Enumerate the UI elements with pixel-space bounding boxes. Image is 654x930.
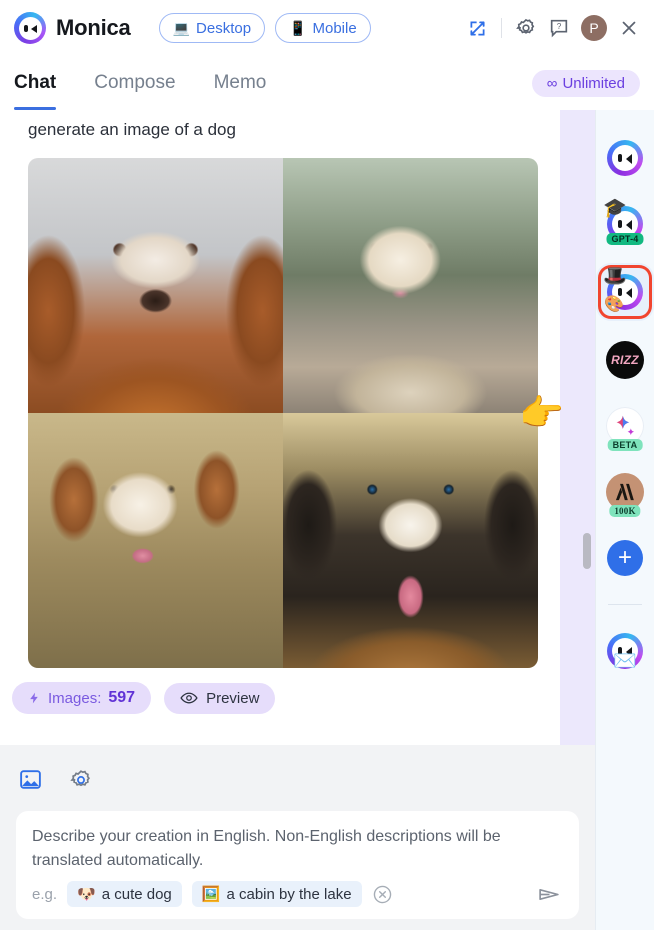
sidebar-divider [608, 604, 642, 605]
body: generate an image of a dog Images: 597 P… [0, 110, 654, 930]
rizz-icon: RIZZ [606, 341, 644, 379]
images-count-badge[interactable]: Images: 597 [12, 682, 152, 714]
help-icon[interactable]: ? [548, 17, 570, 39]
gemini-tag: BETA [607, 439, 643, 451]
sidebar-item-claude[interactable]: 100K [603, 470, 647, 517]
graduation-cap-icon: 🎓 [603, 198, 627, 219]
generated-image-grid[interactable] [28, 158, 538, 668]
dog-emoji-icon: 🐶 [77, 886, 96, 903]
landscape-emoji-icon: 🖼️ [201, 886, 221, 903]
preview-button[interactable]: Preview [164, 682, 276, 714]
tab-compose[interactable]: Compose [94, 56, 175, 110]
images-label: Images: [48, 689, 102, 707]
sidebar-item-monica-gpt4[interactable]: 🎓 GPT-4 [603, 199, 647, 246]
laptop-icon: 💻 [172, 20, 191, 36]
mobile-button-label: Mobile [312, 19, 357, 37]
app-header: Monica 💻 Desktop 📱 Mobile ? P [0, 0, 654, 56]
monica-face-icon [18, 16, 42, 40]
header-actions: ? P [467, 15, 640, 41]
claude-icon: 100K [606, 473, 644, 517]
plus-icon: + [607, 540, 643, 576]
generated-image-4[interactable] [283, 413, 538, 668]
sidebar-item-rizz[interactable]: RIZZ [603, 338, 647, 382]
generated-image-1[interactable] [28, 158, 283, 413]
example-chip-cute-dog-label: a cute dog [101, 885, 172, 903]
tab-chat[interactable]: Chat [14, 56, 57, 110]
unlimited-badge[interactable]: ∞ Unlimited [531, 69, 640, 97]
sidebar-item-gemini[interactable]: BETA [603, 404, 647, 451]
eye-icon [180, 692, 198, 704]
sidebar-item-monica-artist[interactable]: 🎩 🎨 [601, 267, 649, 316]
chat-side-strip [560, 110, 595, 745]
avatar[interactable]: P [581, 15, 607, 41]
user-message: generate an image of a dog [28, 120, 236, 139]
monica-gpt4-icon: 🎓 GPT-4 [603, 199, 644, 245]
palette-icon: 🎨 [604, 296, 624, 313]
sidebar-item-monica-default[interactable] [603, 136, 647, 180]
monica-artist-icon: 🎩 🎨 [603, 267, 643, 313]
device-toggle-group: 💻 Desktop 📱 Mobile [158, 13, 371, 43]
gpt4-tag: GPT-4 [606, 233, 644, 245]
brand: Monica [14, 12, 131, 44]
tab-memo[interactable]: Memo [214, 56, 267, 110]
tab-bar: Chat Compose Memo ∞ Unlimited [0, 56, 654, 110]
desktop-button-label: Desktop [196, 19, 252, 37]
phone-icon: 📱 [289, 20, 307, 36]
send-icon[interactable] [536, 882, 563, 907]
example-chip-cute-dog[interactable]: 🐶 a cute dog [67, 881, 182, 907]
prompt-placeholder: Describe your creation in English. Non-E… [32, 828, 501, 869]
monica-mail-icon: ✉️ [607, 633, 643, 672]
monica-logo-icon [14, 12, 46, 44]
bolt-icon [30, 692, 38, 704]
generated-image-3[interactable] [28, 413, 283, 668]
example-chip-cabin-lake-label: a cabin by the lake [226, 885, 352, 903]
claude-tag: 100K [609, 505, 641, 517]
eg-label: e.g. [32, 885, 58, 903]
image-mode-icon[interactable] [18, 767, 43, 792]
sidebar-item-add-bot[interactable]: + [603, 536, 647, 580]
expand-icon[interactable] [467, 18, 488, 39]
monica-extension-window: Monica 💻 Desktop 📱 Mobile ? P Chat Compo… [0, 0, 654, 930]
infinity-icon: ∞ [546, 74, 558, 92]
generated-image-2[interactable] [283, 158, 538, 413]
images-count: 597 [108, 689, 136, 706]
settings-gear-icon[interactable] [515, 17, 537, 39]
close-icon[interactable] [618, 17, 640, 39]
clear-circle-icon[interactable] [372, 884, 393, 905]
mobile-button[interactable]: 📱 Mobile [275, 13, 371, 43]
header-divider [501, 18, 502, 38]
chat-scrollbar-thumb[interactable] [583, 533, 591, 569]
image-action-badges: Images: 597 Preview [12, 682, 276, 714]
bot-sidebar: 🎓 GPT-4 🎩 🎨 RIZZ BETA 100K + ✉️ [595, 110, 654, 930]
composer-settings-gear-icon[interactable] [69, 768, 93, 792]
prompt-input-box[interactable]: Describe your creation in English. Non-E… [16, 811, 579, 919]
composer-tools [18, 767, 93, 792]
envelope-icon: ✉️ [613, 651, 637, 672]
sidebar-item-monica-mail[interactable]: ✉️ [603, 629, 647, 673]
svg-text:?: ? [557, 22, 562, 31]
composer: Describe your creation in English. Non-E… [0, 745, 595, 930]
desktop-button[interactable]: 💻 Desktop [158, 13, 266, 43]
brand-name: Monica [56, 15, 131, 40]
unlimited-label: Unlimited [562, 74, 625, 92]
example-chips-row: e.g. 🐶 a cute dog 🖼️ a cabin by the lake [32, 881, 563, 907]
preview-label: Preview [206, 689, 260, 707]
gemini-sparkle-icon: BETA [606, 407, 644, 451]
beret-icon: 🎩 [603, 266, 627, 287]
monica-default-icon [607, 140, 643, 176]
chat-scroll-area[interactable]: generate an image of a dog Images: 597 P… [0, 110, 560, 745]
example-chip-cabin-lake[interactable]: 🖼️ a cabin by the lake [191, 881, 362, 907]
